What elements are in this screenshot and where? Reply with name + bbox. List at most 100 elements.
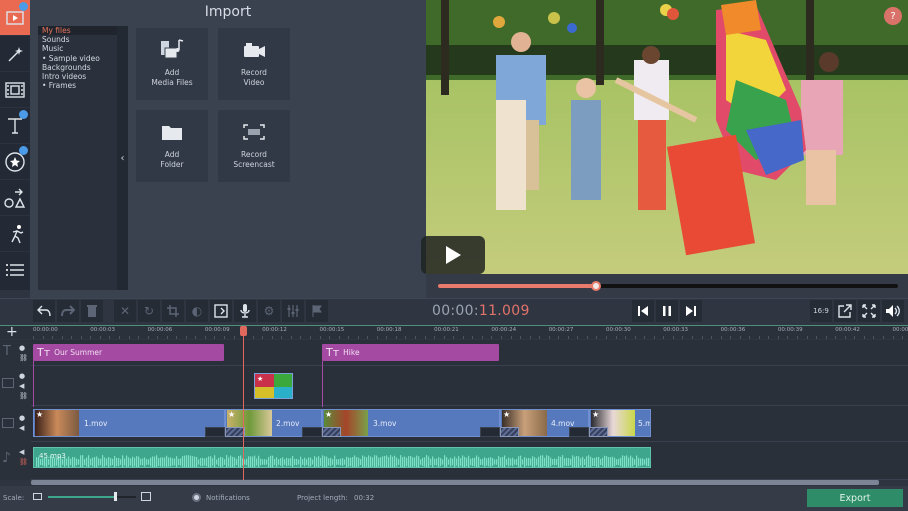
detach-preview-button[interactable]: [834, 300, 856, 322]
add-track-button[interactable]: +: [6, 324, 18, 340]
tool-filters[interactable]: [0, 72, 30, 108]
category-music[interactable]: Music: [38, 44, 128, 53]
tool-stickers[interactable]: [0, 144, 30, 180]
category-intro-videos[interactable]: Intro videos: [38, 72, 128, 81]
mute-icon[interactable]: ◀: [19, 382, 24, 390]
visibility-eye-icon[interactable]: ●: [19, 344, 25, 352]
tool-import[interactable]: [0, 0, 30, 36]
waveform-bar: [216, 459, 218, 465]
category-sounds[interactable]: Sounds: [38, 35, 128, 44]
waveform-bar: [420, 459, 422, 465]
tool-more[interactable]: [0, 252, 30, 288]
visibility-eye-icon[interactable]: ●: [19, 372, 25, 380]
waveform-bar: [422, 457, 424, 467]
waveform-bar: [476, 455, 478, 467]
tool-transitions[interactable]: [0, 216, 30, 252]
category-my-files[interactable]: My files: [38, 26, 128, 36]
tool-magic[interactable]: [0, 36, 30, 72]
overlay-clip[interactable]: ★: [254, 373, 293, 399]
transition-marker[interactable]: [500, 427, 519, 437]
video-camera-icon: [244, 43, 265, 57]
link-icon[interactable]: ⛓: [19, 354, 28, 362]
redo-button[interactable]: [57, 300, 79, 322]
crop-button[interactable]: [162, 300, 184, 322]
pause-button[interactable]: [656, 300, 678, 322]
waveform-bar: [280, 458, 282, 466]
notifications-label[interactable]: Notifications: [206, 494, 250, 502]
category-backgrounds[interactable]: Backgrounds: [38, 63, 128, 72]
waveform-bar: [572, 455, 574, 467]
help-button[interactable]: ?: [884, 7, 902, 25]
transition-slot[interactable]: [302, 427, 322, 437]
tool-titles[interactable]: [0, 108, 30, 144]
clip-properties-button[interactable]: [210, 300, 232, 322]
cut-button[interactable]: ✕: [114, 300, 136, 322]
record-audio-button[interactable]: [234, 300, 256, 322]
mute-icon[interactable]: ◀: [19, 424, 24, 432]
link-icon[interactable]: ⛓: [19, 458, 28, 466]
add-folder-button[interactable]: Add Folder: [136, 110, 208, 182]
title-clip[interactable]: Tт Hike: [322, 344, 499, 361]
transition-marker[interactable]: [589, 427, 608, 437]
transition-marker[interactable]: [225, 427, 245, 437]
previous-frame-button[interactable]: [632, 300, 654, 322]
rotate-button[interactable]: ↻: [138, 300, 160, 322]
ruler-minor-tick: [892, 336, 894, 339]
waveform-bar: [224, 459, 226, 465]
crop-icon: [167, 305, 179, 317]
record-video-button[interactable]: Record Video: [218, 28, 290, 100]
waveform-bar: [102, 455, 104, 467]
link-icon[interactable]: ⛓: [19, 392, 28, 400]
star-icon: ★: [325, 410, 333, 419]
marker-button[interactable]: [306, 300, 328, 322]
transition-slot[interactable]: [205, 427, 225, 437]
transition-marker[interactable]: [322, 427, 341, 437]
color-adjust-button[interactable]: ◐: [186, 300, 208, 322]
video-preview[interactable]: [426, 0, 908, 274]
waveform-bar: [398, 459, 400, 465]
aspect-ratio-button[interactable]: 16:9: [810, 300, 832, 322]
timeline-scrollbar[interactable]: [31, 480, 879, 485]
equalizer-button[interactable]: [282, 300, 304, 322]
waveform-bar: [138, 456, 140, 467]
waveform-bar: [98, 458, 100, 466]
visibility-eye-icon[interactable]: ●: [19, 414, 25, 422]
notifications-icon[interactable]: [192, 493, 201, 502]
category-frames[interactable]: • Frames: [38, 81, 128, 90]
title-clip[interactable]: Tт Our Summer: [33, 344, 224, 361]
waveform-bar: [430, 458, 432, 466]
waveform-bar: [292, 455, 294, 467]
audio-clip[interactable]: 45.mp3: [33, 447, 651, 468]
fullscreen-button[interactable]: [858, 300, 880, 322]
record-screencast-button[interactable]: Record Screencast: [218, 110, 290, 182]
add-media-files-button[interactable]: Add Media Files: [136, 28, 208, 100]
delete-button[interactable]: [81, 300, 103, 322]
waveform-bar: [542, 455, 544, 467]
transition-slot[interactable]: [480, 427, 500, 437]
transition-slot[interactable]: [569, 427, 589, 437]
waveform-bar: [88, 455, 90, 467]
scale-slider-handle[interactable]: [113, 492, 117, 501]
export-button[interactable]: Export: [807, 489, 903, 507]
ruler-minor-tick: [319, 336, 321, 339]
waveform-bar: [70, 458, 72, 466]
waveform-bar: [174, 458, 176, 466]
category-sample-video[interactable]: • Sample video: [38, 54, 128, 63]
undo-button[interactable]: [33, 300, 55, 322]
zoom-in-icon[interactable]: [141, 492, 151, 501]
audio-clip-name: 45.mp3: [39, 452, 66, 460]
waveform-bar: [412, 457, 414, 467]
waveform-bar: [500, 457, 502, 467]
zoom-out-icon[interactable]: [33, 493, 42, 500]
tool-callouts[interactable]: [0, 180, 30, 216]
play-overlay-button[interactable]: [421, 236, 485, 274]
mute-icon[interactable]: ◀: [19, 448, 24, 456]
ruler-minor-tick: [653, 336, 655, 339]
waveform-bar: [222, 457, 224, 467]
collapse-panel-button[interactable]: ‹: [117, 26, 128, 290]
settings-button[interactable]: ⚙: [258, 300, 280, 322]
next-frame-button[interactable]: [680, 300, 702, 322]
waveform-bar: [416, 455, 418, 467]
playhead-handle[interactable]: [240, 326, 247, 336]
volume-button[interactable]: [882, 300, 904, 322]
